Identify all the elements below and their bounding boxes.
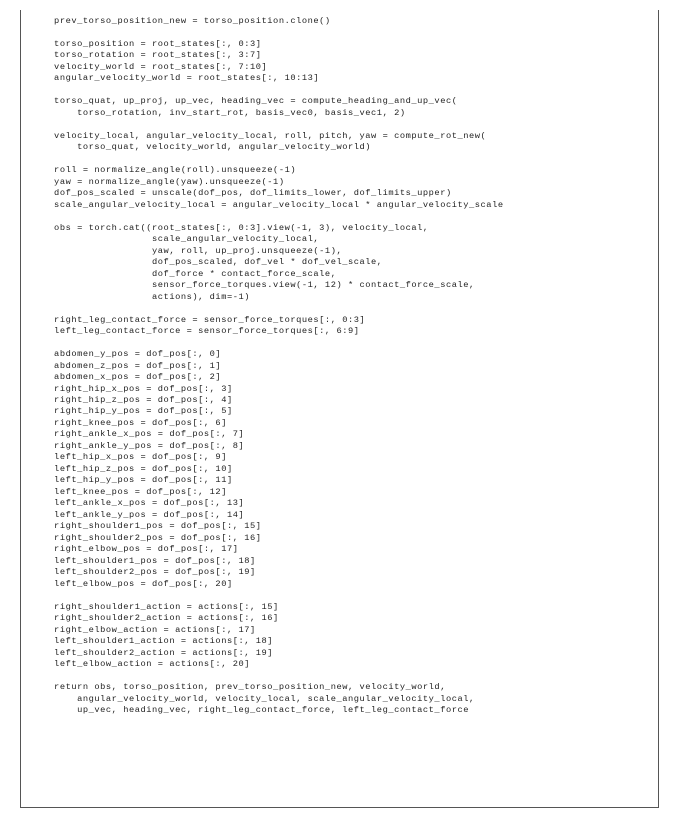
code-listing: prev_torso_position_new = torso_position… <box>31 16 648 717</box>
code-listing-frame: prev_torso_position_new = torso_position… <box>20 10 659 808</box>
page: prev_torso_position_new = torso_position… <box>0 0 679 822</box>
